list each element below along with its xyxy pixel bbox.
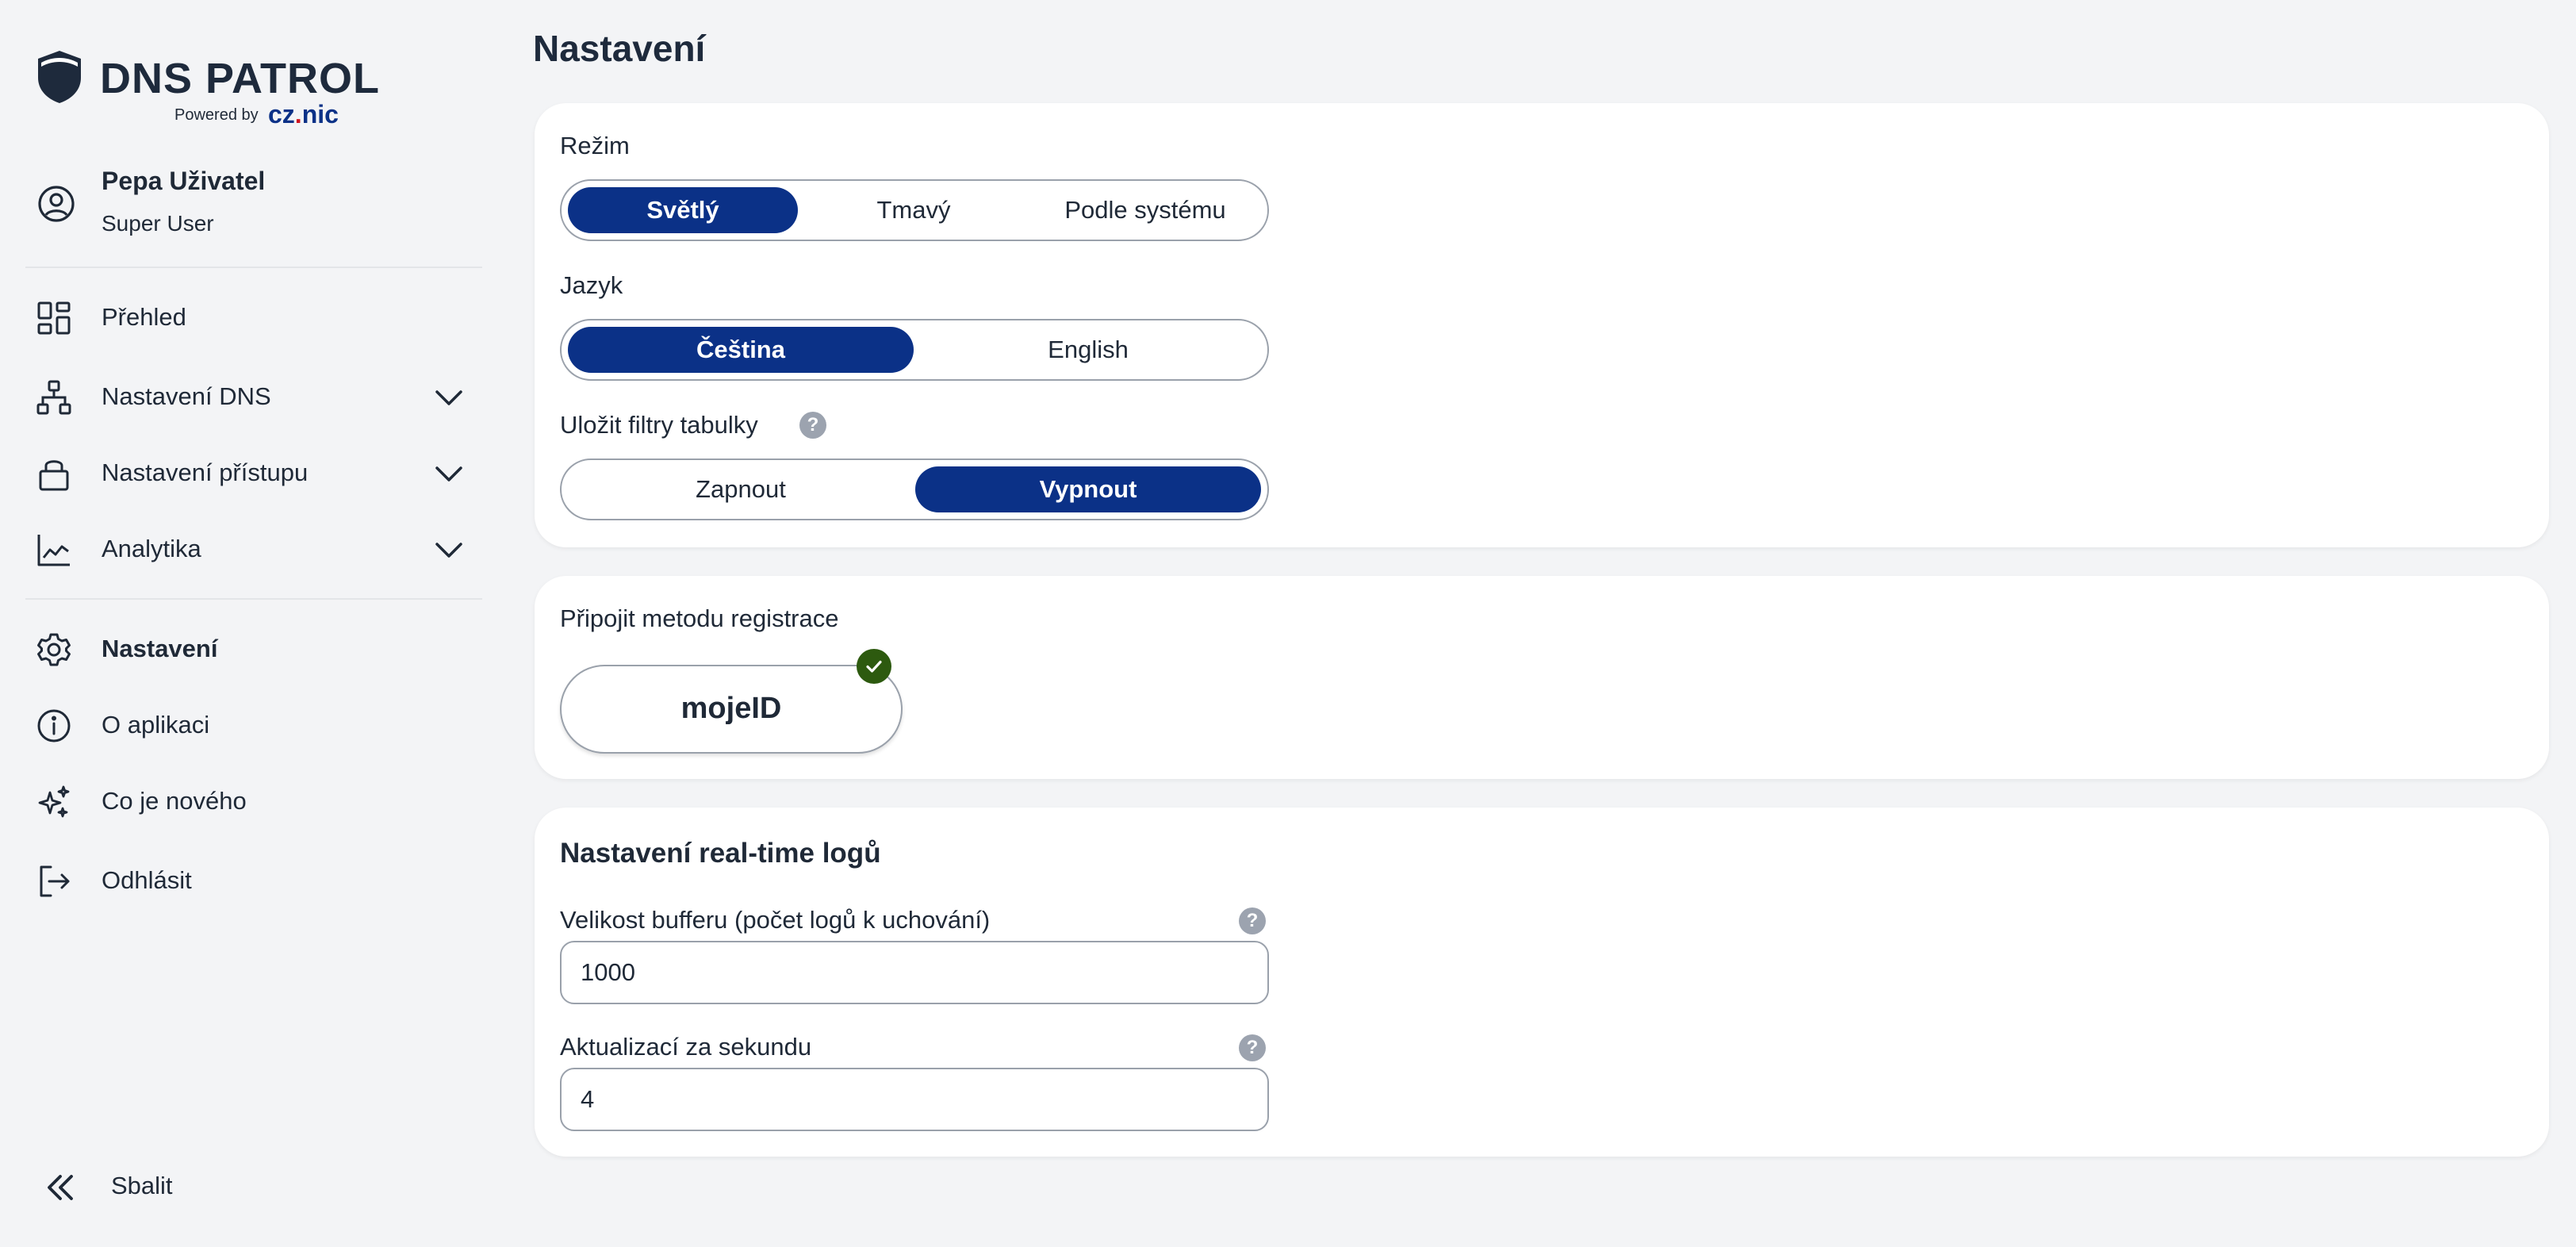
sidebar-item-label: O aplikaci [102,711,210,739]
mode-label: Režim [560,132,630,159]
sidebar-item-label: Analytika [102,535,201,562]
sidebar-item-access-settings[interactable]: Nastavení přístupu [25,441,482,505]
language-option-english[interactable]: English [915,327,1261,373]
info-icon [37,709,71,742]
collapse-sidebar-button[interactable]: Sbalit [36,1154,274,1218]
sidebar-item-label: Co je nového [102,787,247,815]
registration-heading: Připojit metodu registrace [560,604,839,632]
cznic-suffix: nic [301,100,339,129]
chevrons-left-icon [48,1175,73,1200]
sidebar-item-label: Nastavení [102,635,218,662]
help-icon[interactable]: ? [1239,1034,1266,1061]
mode-segmented-control: Světlý Tmavý Podle systému [560,179,1269,241]
user-profile[interactable]: Pepa Uživatel Super User [36,167,481,246]
sidebar-item-label: Odhlásit [102,866,192,894]
preferences-card: Režim Světlý Tmavý Podle systému Jazyk Č… [535,103,2549,547]
sidebar-item-overview[interactable]: Přehled [25,286,482,349]
chevron-down-icon[interactable] [433,536,465,563]
save-filters-label: Uložit filtry tabulky [560,411,758,439]
registration-card: Připojit metodu registrace mojeID [535,576,2549,779]
sidebar-divider [25,267,482,268]
user-name: Pepa Uživatel [102,167,266,195]
mode-option-system[interactable]: Podle systému [1031,187,1259,233]
save-filters-option-off[interactable]: Vypnout [915,466,1261,512]
sparkles-icon [38,785,70,818]
dns-patrol-logo[interactable]: DNS PATROL Powered by cz.nic [36,48,379,135]
help-icon[interactable]: ? [799,412,826,439]
sidebar-item-logout[interactable]: Odhlásit [25,849,482,912]
updates-per-second-input[interactable] [560,1068,1269,1131]
language-segmented-control: Čeština English [560,319,1269,381]
powered-by-text: Powered by [174,106,259,124]
save-filters-option-on[interactable]: Zapnout [568,466,914,512]
sidebar-item-dns-settings[interactable]: Nastavení DNS [25,365,482,428]
updates-per-second-label: Aktualizací za sekundu [560,1033,812,1061]
mode-option-dark[interactable]: Tmavý [799,187,1028,233]
shield-logo-icon [38,51,81,103]
cznic-prefix: cz [268,100,295,129]
mode-option-light[interactable]: Světlý [568,187,798,233]
sidebar-item-label: Nastavení DNS [102,382,271,410]
page-title: Nastavení [533,28,706,69]
help-icon[interactable]: ? [1239,907,1266,934]
sidebar-item-label: Přehled [102,303,186,331]
cznic-logo: cz.nic [268,100,339,129]
network-icon [36,380,71,415]
save-filters-segmented-control: Zapnout Vypnout [560,459,1269,520]
collapse-label: Sbalit [111,1172,173,1199]
chevron-down-icon[interactable] [433,384,465,411]
lock-icon [39,460,69,491]
user-circle-icon [38,186,75,222]
realtime-logs-card: Nastavení real-time logů Velikost buffer… [535,808,2549,1157]
sidebar-divider [25,598,482,600]
language-option-czech[interactable]: Čeština [568,327,914,373]
realtime-logs-heading: Nastavení real-time logů [560,838,881,869]
sidebar-item-label: Nastavení přístupu [102,459,309,486]
user-role: Super User [102,211,214,236]
dashboard-icon [37,301,71,335]
sidebar-item-about[interactable]: O aplikaci [25,693,482,757]
gear-icon [37,633,71,666]
buffer-size-input[interactable] [560,941,1269,1004]
logout-icon [40,865,70,897]
brand-title: DNS PATROL [100,55,380,102]
sidebar-item-analytics[interactable]: Analytika [25,517,482,581]
sidebar-item-whats-new[interactable]: Co je nového [25,769,482,833]
cznic-dot: . [294,100,302,129]
method-label: mojeID [680,692,782,725]
language-label: Jazyk [560,271,623,299]
check-icon [857,649,891,684]
buffer-size-label: Velikost bufferu (počet logů k uchování) [560,906,991,934]
sidebar: DNS PATROL Powered by cz.nic Pepa Uživat… [0,0,500,1247]
sidebar-item-settings[interactable]: Nastavení [25,617,482,681]
mojeid-method-button[interactable]: mojeID [560,649,903,754]
chart-line-icon [37,535,70,566]
chevron-down-icon[interactable] [433,460,465,487]
